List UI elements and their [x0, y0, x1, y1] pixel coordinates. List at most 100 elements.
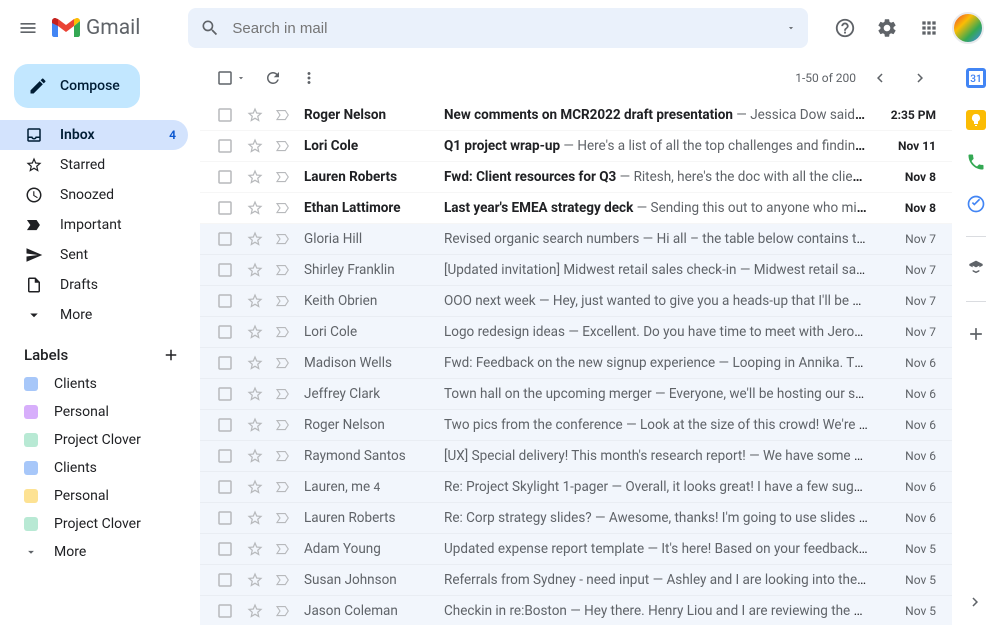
message-row[interactable]: Shirley Franklin[Updated invitation] Mid… [200, 255, 952, 286]
message-checkbox[interactable] [216, 106, 236, 124]
help-button[interactable] [826, 9, 864, 47]
message-checkbox[interactable] [216, 168, 236, 186]
label-item[interactable]: Personal [0, 482, 200, 510]
message-row[interactable]: Jason ColemanCheckin in re:Boston — Hey … [200, 596, 952, 625]
importance-button[interactable] [274, 416, 294, 434]
sidebar-item-sent[interactable]: Sent [0, 240, 188, 270]
message-checkbox[interactable] [216, 230, 236, 248]
star-button[interactable] [246, 602, 266, 620]
message-checkbox[interactable] [216, 354, 236, 372]
importance-button[interactable] [274, 106, 294, 124]
star-button[interactable] [246, 416, 266, 434]
star-button[interactable] [246, 199, 266, 217]
gmail-logo[interactable]: Gmail [52, 16, 140, 40]
main-menu-button[interactable] [8, 8, 48, 48]
message-row[interactable]: Lauren RobertsRe: Corp strategy slides? … [200, 503, 952, 534]
star-button[interactable] [246, 385, 266, 403]
search-input[interactable] [232, 20, 778, 37]
star-button[interactable] [246, 323, 266, 341]
message-checkbox[interactable] [216, 416, 236, 434]
message-row[interactable]: Roger NelsonTwo pics from the conference… [200, 410, 952, 441]
account-avatar[interactable] [952, 12, 984, 44]
star-button[interactable] [246, 509, 266, 527]
importance-button[interactable] [274, 199, 294, 217]
label-item[interactable]: Clients [0, 454, 200, 482]
message-checkbox[interactable] [216, 261, 236, 279]
calendar-app-button[interactable]: 31 [966, 68, 986, 88]
message-row[interactable]: Jeffrey ClarkTown hall on the upcoming m… [200, 379, 952, 410]
message-row[interactable]: Lauren, me 4Re: Project Skylight 1-pager… [200, 472, 952, 503]
star-button[interactable] [246, 106, 266, 124]
message-checkbox[interactable] [216, 602, 236, 620]
label-item[interactable]: Personal [0, 398, 200, 426]
importance-button[interactable] [274, 509, 294, 527]
star-button[interactable] [246, 447, 266, 465]
importance-button[interactable] [274, 447, 294, 465]
settings-button[interactable] [868, 9, 906, 47]
star-button[interactable] [246, 354, 266, 372]
message-checkbox[interactable] [216, 292, 236, 310]
message-checkbox[interactable] [216, 478, 236, 496]
contacts-app-button[interactable] [966, 194, 986, 214]
message-row[interactable]: Keith ObrienOOO next week — Hey, just wa… [200, 286, 952, 317]
search-options-button[interactable] [786, 23, 796, 33]
refresh-button[interactable] [264, 69, 282, 87]
message-row[interactable]: Madison WellsFwd: Feedback on the new si… [200, 348, 952, 379]
importance-button[interactable] [274, 168, 294, 186]
importance-button[interactable] [274, 602, 294, 620]
message-checkbox[interactable] [216, 385, 236, 403]
prev-page-button[interactable] [864, 62, 896, 94]
apps-button[interactable] [910, 9, 948, 47]
collapse-panel-button[interactable] [966, 593, 986, 613]
message-checkbox[interactable] [216, 571, 236, 589]
next-page-button[interactable] [904, 62, 936, 94]
message-checkbox[interactable] [216, 199, 236, 217]
message-row[interactable]: Adam YoungUpdated expense report templat… [200, 534, 952, 565]
sidebar-item-starred[interactable]: Starred [0, 150, 188, 180]
add-label-button[interactable] [162, 346, 180, 364]
importance-button[interactable] [274, 478, 294, 496]
message-row[interactable]: Gloria HillRevised organic search number… [200, 224, 952, 255]
sidebar-item-more[interactable]: More [0, 300, 188, 330]
importance-button[interactable] [274, 261, 294, 279]
sidebar-item-important[interactable]: Important [0, 210, 188, 240]
importance-button[interactable] [274, 385, 294, 403]
importance-button[interactable] [274, 323, 294, 341]
star-button[interactable] [246, 478, 266, 496]
tasks-app-button[interactable] [966, 152, 986, 172]
label-item[interactable]: Clients [0, 370, 200, 398]
star-button[interactable] [246, 261, 266, 279]
select-all[interactable] [216, 69, 246, 87]
star-button[interactable] [246, 230, 266, 248]
message-row[interactable]: Ethan LattimoreLast year's EMEA strategy… [200, 193, 952, 224]
sidebar-item-snoozed[interactable]: Snoozed [0, 180, 188, 210]
star-button[interactable] [246, 168, 266, 186]
labels-more[interactable]: More [0, 538, 200, 566]
sidebar-item-drafts[interactable]: Drafts [0, 270, 188, 300]
contacts-icon-button[interactable] [966, 259, 986, 279]
compose-button[interactable]: Compose [14, 64, 140, 108]
message-checkbox[interactable] [216, 447, 236, 465]
message-row[interactable]: Lauren RobertsFwd: Client resources for … [200, 162, 952, 193]
importance-button[interactable] [274, 540, 294, 558]
get-addons-button[interactable] [966, 324, 986, 344]
message-checkbox[interactable] [216, 509, 236, 527]
star-button[interactable] [246, 540, 266, 558]
search-bar[interactable] [188, 8, 808, 48]
importance-button[interactable] [274, 571, 294, 589]
keep-app-button[interactable] [966, 110, 986, 130]
message-checkbox[interactable] [216, 137, 236, 155]
star-button[interactable] [246, 292, 266, 310]
more-button[interactable] [300, 69, 318, 87]
importance-button[interactable] [274, 230, 294, 248]
message-row[interactable]: Raymond Santos[UX] Special delivery! Thi… [200, 441, 952, 472]
message-checkbox[interactable] [216, 540, 236, 558]
star-button[interactable] [246, 571, 266, 589]
importance-button[interactable] [274, 292, 294, 310]
importance-button[interactable] [274, 137, 294, 155]
label-item[interactable]: Project Clover [0, 510, 200, 538]
importance-button[interactable] [274, 354, 294, 372]
message-checkbox[interactable] [216, 323, 236, 341]
message-row[interactable]: Lori ColeQ1 project wrap-up — Here's a l… [200, 131, 952, 162]
star-button[interactable] [246, 137, 266, 155]
